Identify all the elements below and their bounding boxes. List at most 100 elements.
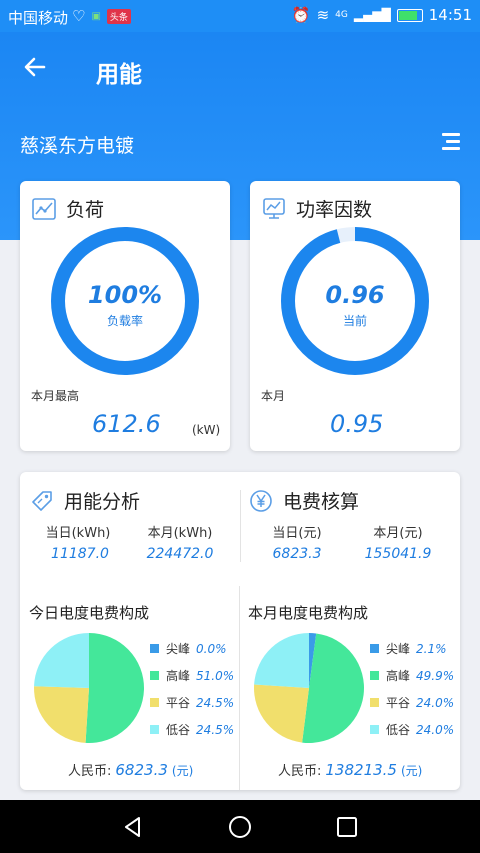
legend-label: 低谷 [386,723,411,737]
pf-month-label: 本月 [261,389,286,403]
legend-swatch [150,671,159,680]
energy-analysis-header[interactable]: 用能分析 [30,487,140,514]
legend-swatch [370,698,379,707]
load-card[interactable]: 负荷 100% 负载率 本月最高 612.6 (kW) [20,181,230,451]
legend-percent: 24.5% [196,722,235,737]
arrow-left-icon [24,57,46,77]
pie-slice-1 [85,633,144,743]
load-rate-label: 负载率 [106,314,143,328]
month-fee-pie [254,633,364,743]
today-pie-legend: 尖峰 0.0% 高峰 51.0% 平谷 24.5% 低谷 24.5% [150,635,234,743]
fee-month-label: 本月(元) [373,526,423,541]
nav-home-icon[interactable] [225,812,255,842]
legend-item: 高峰 49.9% [370,662,454,689]
legend-label: 尖峰 [166,642,191,656]
menu-icon [442,133,460,136]
month-rmb-total: 人民币: 138213.5 (元) [278,760,422,779]
energy-analysis-title: 用能分析 [64,491,141,513]
legend-item: 高峰 51.0% [150,662,234,689]
legend-label: 低谷 [166,723,191,737]
legend-item: 平谷 24.0% [370,689,454,716]
lock-icon: ▣ [91,10,101,22]
legend-swatch [150,644,159,653]
fee-day-label: 当日(元) [272,526,322,541]
section-divider-top [240,490,241,562]
month-rmb-value: 138213.5 [325,761,397,779]
fee-accounting-header[interactable]: 电费核算 [249,487,359,514]
today-rmb-unit: (元) [171,764,194,778]
month-rmb-label: 人民币: [278,764,322,779]
fee-month-value: 155041.9 [364,546,432,562]
month-peak-label: 本月最高 [31,389,80,403]
status-notifications: ♡ ▣ 头条 [72,7,131,25]
page-title: 用能 [96,62,142,88]
pf-card-title: 功率因数 [296,199,373,221]
carrier-name: 中国移动 [8,9,69,27]
menu-button[interactable] [438,131,460,153]
wifi-icon: ≋ [316,6,330,24]
today-rmb-label: 人民币: [68,764,112,779]
load-card-header: 负荷 [32,195,104,222]
pie-slice-2 [254,684,309,743]
nav-back-icon[interactable] [118,812,148,842]
company-selector[interactable]: 慈溪东方电镀 [20,131,134,158]
pf-current-label: 当前 [342,314,367,328]
month-rmb-unit: (元) [400,764,423,778]
legend-swatch [370,644,379,653]
pie-slice-3 [254,633,309,688]
today-rmb-total: 人民币: 6823.3 (元) [68,760,193,779]
status-bar: 中国移动 ♡ ▣ 头条 ⏰ ≋ 4G ▂▄▆█ 14:51 [0,0,480,32]
network-type: 4G [335,10,348,20]
legend-label: 平谷 [166,696,191,710]
legend-label: 高峰 [166,669,191,683]
legend-item: 尖峰 0.0% [150,635,234,662]
legend-percent: 2.1% [416,641,447,656]
load-card-title: 负荷 [66,199,105,221]
heart-monitor-icon: ♡ [72,7,86,25]
legend-percent: 0.0% [196,641,227,656]
load-rate-value: 100% [87,281,163,309]
pf-card-header: 功率因数 [262,195,372,222]
legend-item: 低谷 24.5% [150,716,234,743]
clock-time: 14:51 [428,6,472,24]
load-unit: (kW) [192,423,221,437]
month-peak-value: 612.6 [92,410,161,438]
energy-month-value: 224472.0 [146,546,214,562]
legend-swatch [370,725,379,734]
today-fee-pie [34,633,144,743]
legend-item: 尖峰 2.1% [370,635,454,662]
nav-recents-icon[interactable] [332,812,362,842]
signal-icon: ▂▄▆█ [353,8,391,22]
alarm-icon: ⏰ [291,6,311,24]
today-pie-title: 今日电度电费构成 [29,604,150,622]
legend-swatch [370,671,379,680]
legend-swatch [150,698,159,707]
power-factor-card[interactable]: 功率因数 0.96 当前 本月 0.95 [250,181,460,451]
fee-day-value: 6823.3 [272,546,322,562]
month-pie-title: 本月电度电费构成 [248,604,369,622]
fee-accounting-title: 电费核算 [283,491,360,513]
status-right: ⏰ ≋ 4G ▂▄▆█ 14:51 [292,6,472,24]
news-app-badge: 头条 [106,8,131,24]
pie-slice-2 [34,686,89,743]
legend-swatch [150,725,159,734]
energy-analysis-card: 用能分析 电费核算 当日(kWh) 本月(kWh) 11187.0 224472… [20,472,460,790]
back-button[interactable] [22,54,54,86]
legend-percent: 51.0% [196,668,235,683]
energy-day-value: 11187.0 [51,546,109,562]
energy-month-label: 本月(kWh) [147,526,213,541]
legend-item: 低谷 24.0% [370,716,454,743]
legend-label: 尖峰 [386,642,411,656]
legend-label: 高峰 [386,669,411,683]
energy-day-label: 当日(kWh) [45,526,111,541]
legend-label: 平谷 [386,696,411,710]
pf-current-value: 0.96 [325,281,385,309]
legend-item: 平谷 24.5% [150,689,234,716]
system-nav-bar [0,800,480,853]
legend-percent: 24.0% [416,722,455,737]
legend-percent: 24.0% [416,695,455,710]
month-pie-legend: 尖峰 2.1% 高峰 49.9% 平谷 24.0% 低谷 24.0% [370,635,454,743]
today-rmb-value: 6823.3 [115,761,168,779]
monitor-chart-icon [263,197,285,219]
pf-month-value: 0.95 [330,410,384,438]
